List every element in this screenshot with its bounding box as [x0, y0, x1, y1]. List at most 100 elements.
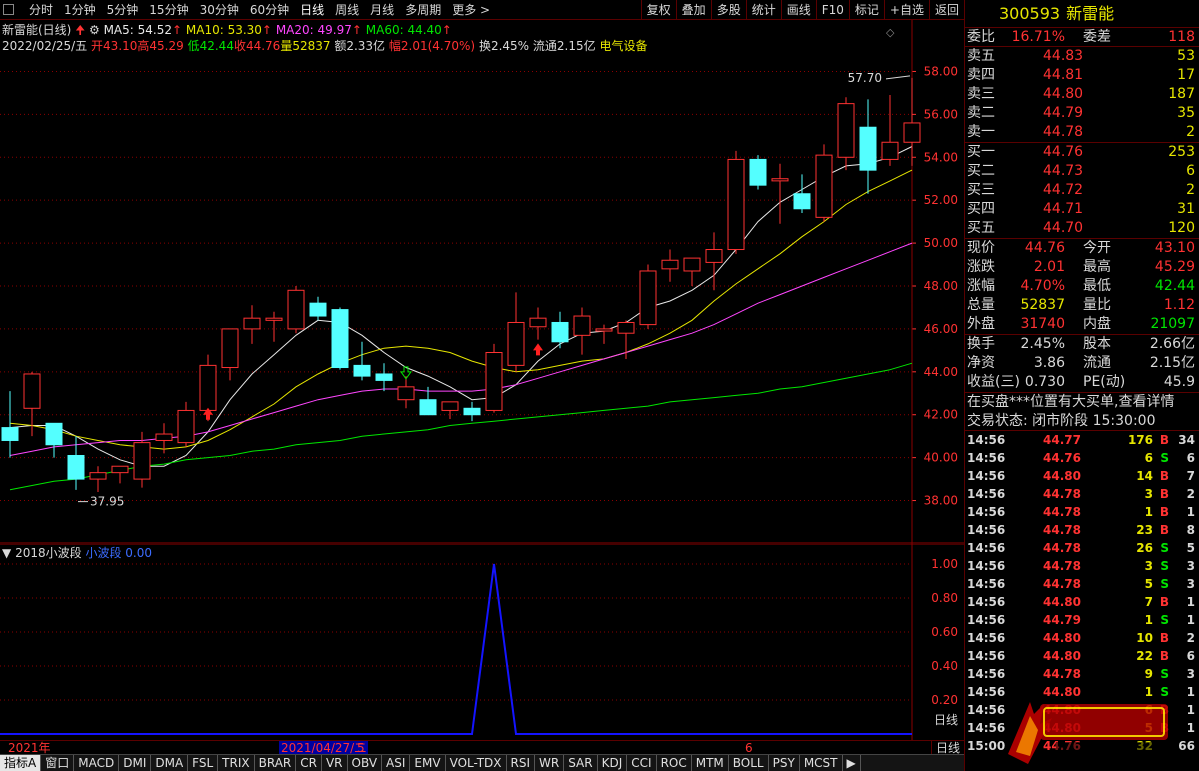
- candle-body[interactable]: [287, 289, 305, 330]
- candle-body[interactable]: [661, 259, 679, 270]
- period-tab-2[interactable]: 5分钟: [102, 2, 145, 18]
- bids-row[interactable]: 买三 44.72 2: [965, 181, 1199, 200]
- indicator-tab-23[interactable]: MCST: [800, 755, 843, 771]
- indicator-title[interactable]: ▼ 2018小波段 小波段 0.00: [2, 544, 152, 561]
- asks-row[interactable]: 卖二 44.79 35: [965, 104, 1199, 123]
- candle-body[interactable]: [815, 154, 833, 218]
- candle-body[interactable]: [595, 328, 613, 332]
- candle-body[interactable]: [507, 321, 525, 366]
- indicator-tab-8[interactable]: CR: [296, 755, 322, 771]
- candle-body[interactable]: [771, 178, 789, 182]
- bids-row[interactable]: 买一 44.76 253: [965, 143, 1199, 162]
- candle-body[interactable]: [859, 126, 877, 171]
- period-tab-1[interactable]: 1分钟: [59, 2, 102, 18]
- indicator-tab-9[interactable]: VR: [322, 755, 348, 771]
- candle-body[interactable]: [881, 141, 899, 160]
- tool-button-7[interactable]: +自选: [883, 0, 929, 20]
- candle-body[interactable]: [749, 158, 767, 186]
- candle-body[interactable]: [265, 317, 283, 321]
- indicator-tab-10[interactable]: OBV: [348, 755, 383, 771]
- bids-row[interactable]: 买二 44.73 6: [965, 162, 1199, 181]
- indicator-tab-14[interactable]: RSI: [507, 755, 536, 771]
- indicator-tab-11[interactable]: ASI: [382, 755, 411, 771]
- candle-body[interactable]: [155, 433, 173, 441]
- candle-body[interactable]: [463, 407, 481, 416]
- candle-body[interactable]: [111, 465, 129, 474]
- tool-button-6[interactable]: 标记: [848, 0, 884, 20]
- big-order-notice[interactable]: 在买盘***位置有大买单,查看详情: [965, 393, 1199, 412]
- indicator-tab-1[interactable]: 窗口: [41, 755, 75, 771]
- period-tab-8[interactable]: 月线: [365, 2, 400, 18]
- period-tab-0[interactable]: 分时: [24, 2, 59, 18]
- candle-body[interactable]: [683, 257, 701, 272]
- candlestick-chart[interactable]: 58.00 56.00 54.00 52.00 50.00 48.00 46.00 44.00…: [0, 20, 964, 544]
- candle-body[interactable]: [397, 386, 415, 401]
- candle-body[interactable]: [45, 422, 63, 446]
- candle-body[interactable]: [309, 302, 327, 317]
- candle-body[interactable]: [793, 193, 811, 210]
- bids-row[interactable]: 买五 44.70 120: [965, 219, 1199, 238]
- candle-body[interactable]: [727, 158, 745, 251]
- candle-body[interactable]: [529, 317, 547, 328]
- candle-body[interactable]: [705, 249, 723, 263]
- asks-row[interactable]: 卖四 44.81 17: [965, 66, 1199, 85]
- candle-body[interactable]: [837, 103, 855, 158]
- candle-body[interactable]: [199, 364, 217, 411]
- tool-button-3[interactable]: 统计: [745, 0, 781, 20]
- indicator-tab-24[interactable]: ▶: [843, 755, 861, 771]
- tool-button-8[interactable]: 返回: [928, 0, 964, 20]
- indicator-tab-17[interactable]: KDJ: [598, 755, 628, 771]
- candle-body[interactable]: [573, 315, 591, 336]
- candle-body[interactable]: [903, 122, 921, 143]
- asks-row[interactable]: 卖五 44.83 53: [965, 47, 1199, 66]
- tool-button-4[interactable]: 画线: [780, 0, 816, 20]
- tool-button-5[interactable]: F10: [815, 0, 849, 20]
- period-tab-4[interactable]: 30分钟: [195, 2, 245, 18]
- candle-body[interactable]: [1, 427, 19, 441]
- period-tab-7[interactable]: 周线: [330, 2, 365, 18]
- indicator-tab-15[interactable]: WR: [535, 755, 565, 771]
- tool-button-0[interactable]: 复权: [640, 0, 676, 20]
- indicator-tab-18[interactable]: CCI: [627, 755, 657, 771]
- indicator-tab-6[interactable]: TRIX: [218, 755, 255, 771]
- period-tab-5[interactable]: 60分钟: [245, 2, 295, 18]
- asks-row[interactable]: 卖一 44.78 2: [965, 123, 1199, 142]
- indicator-tab-22[interactable]: PSY: [769, 755, 800, 771]
- period-tab-6[interactable]: 日线: [295, 2, 330, 18]
- period-tab-9[interactable]: 多周期: [400, 2, 447, 18]
- indicator-tab-3[interactable]: DMI: [119, 755, 152, 771]
- tool-button-1[interactable]: 叠加: [675, 0, 711, 20]
- candle-body[interactable]: [67, 454, 85, 480]
- indicator-tab-0[interactable]: 指标A: [0, 755, 42, 771]
- candle-body[interactable]: [353, 364, 371, 377]
- indicator-tab-7[interactable]: BRAR: [255, 755, 297, 771]
- diamond-icon[interactable]: ◇: [886, 26, 895, 39]
- indicator-tab-2[interactable]: MACD: [74, 755, 120, 771]
- candle-body[interactable]: [441, 401, 459, 411]
- candle-body[interactable]: [485, 352, 503, 411]
- indicator-tab-12[interactable]: EMV: [410, 755, 446, 771]
- indicator-tab-19[interactable]: ROC: [657, 755, 692, 771]
- candle-body[interactable]: [221, 328, 239, 369]
- indicator-tab-16[interactable]: SAR: [564, 755, 598, 771]
- candle-body[interactable]: [375, 373, 393, 381]
- candle-body[interactable]: [639, 270, 657, 326]
- candle-body[interactable]: [419, 399, 437, 416]
- indicator-expand-icon[interactable]: ▼: [2, 546, 11, 560]
- candle-body[interactable]: [617, 321, 635, 334]
- period-unit-label[interactable]: 日线: [930, 741, 964, 755]
- indicator-tab-4[interactable]: DMA: [151, 755, 189, 771]
- candle-body[interactable]: [331, 309, 349, 369]
- candle-body[interactable]: [133, 442, 151, 480]
- asks-row[interactable]: 卖三 44.80 187: [965, 85, 1199, 104]
- indicator-tab-5[interactable]: FSL: [188, 755, 219, 771]
- candle-body[interactable]: [551, 321, 569, 343]
- window-menu-icon[interactable]: [3, 4, 14, 15]
- indicator-chart[interactable]: 1.00 0.80 0.60 0.40 0.20 日线: [0, 544, 964, 740]
- period-tab-10[interactable]: 更多 >: [447, 2, 496, 18]
- candle-body[interactable]: [89, 472, 107, 480]
- bids-row[interactable]: 买四 44.71 31: [965, 200, 1199, 219]
- indicator-tab-13[interactable]: VOL-TDX: [446, 755, 507, 771]
- tool-button-2[interactable]: 多股: [710, 0, 746, 20]
- candle-body[interactable]: [23, 373, 41, 409]
